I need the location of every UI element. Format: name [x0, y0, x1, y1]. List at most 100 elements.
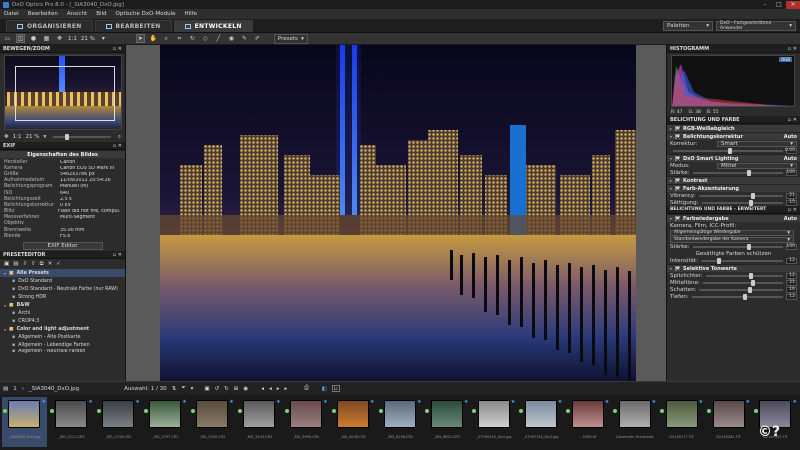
tree-item[interactable]: ▾ ■ Alle Presets — [0, 269, 125, 278]
rendering-dropdown[interactable]: Standardwiedergabe der Kamera ▾ — [670, 236, 794, 243]
navigator-thumbnail[interactable] — [4, 55, 122, 130]
smart-lighting-checkbox[interactable] — [675, 156, 681, 161]
blacks-slider[interactable] — [691, 293, 783, 300]
tab-organisieren[interactable]: ORGANISIEREN — [6, 19, 93, 32]
thumbnail[interactable]: ★ D2149177.TIF — [659, 397, 704, 447]
minimize-icon[interactable]: – — [758, 1, 772, 9]
tree-item[interactable]: ▪ Archi — [0, 309, 125, 317]
perspective-icon[interactable]: ◇ — [201, 34, 210, 43]
process-icon[interactable]: ◉ — [243, 386, 248, 392]
folder-path[interactable]: _SIA3040_DxO.jpg — [29, 386, 79, 392]
grid-view-icon[interactable]: ▦ — [42, 34, 51, 43]
thumbnail[interactable]: ★ D2149281.TIF — [706, 397, 751, 447]
tree-item[interactable]: ▪ DxO Standard — [0, 277, 125, 285]
color-accent-checkbox[interactable] — [675, 186, 681, 191]
color-rendering-checkbox[interactable] — [675, 216, 681, 221]
menu-bearbeiten[interactable]: Bearbeiten — [28, 11, 58, 17]
export-icon[interactable]: ⇧ — [31, 261, 36, 267]
selective-tones-checkbox[interactable] — [675, 266, 681, 271]
thumbnail[interactable]: ★ _MG_3443.CR2 — [237, 397, 282, 447]
tree-item[interactable]: ▾ ■ B&W — [0, 301, 125, 309]
import-icon[interactable]: ⇩ — [22, 261, 27, 267]
folder-icon[interactable]: ▤ — [13, 261, 18, 267]
single-view-icon[interactable]: ▭ — [3, 34, 12, 43]
sort-icon[interactable]: ⇅ — [172, 386, 177, 392]
tree-item[interactable]: ▪ DxO Standard - Neutrale Farbe (nur RAW) — [0, 285, 125, 293]
thumbnail[interactable]: ★ _MG_2211.CR2 — [49, 397, 94, 447]
mode-dropdown[interactable]: Mittel ▾ — [717, 162, 797, 169]
rotate-left-icon[interactable]: ↺ — [215, 386, 220, 392]
close-icon[interactable]: ▫ ✕ — [788, 207, 797, 213]
adv-strength-slider[interactable] — [692, 243, 783, 250]
rotate-right-icon[interactable]: ↻ — [224, 386, 229, 392]
auto-button[interactable]: Auto — [784, 156, 797, 162]
close-icon[interactable]: ▫ ✕ — [113, 252, 122, 258]
redeye-icon[interactable]: ◉ — [227, 34, 236, 43]
contrast-checkbox[interactable] — [675, 178, 681, 183]
thumbnail[interactable]: ★ _V7099130_DxO.jpg — [471, 397, 516, 447]
auto-button[interactable]: Auto — [784, 216, 797, 222]
thumbnail[interactable]: ★ _MG_3330.CR2 — [190, 397, 235, 447]
fit-icon[interactable]: ✥ — [55, 34, 64, 43]
tree-item[interactable]: ▪ CROP4:3 — [0, 317, 125, 325]
lr-icon[interactable]: Lr — [331, 385, 340, 392]
info-icon[interactable]: ● — [29, 34, 38, 43]
rotate-icon[interactable]: ↻ — [188, 34, 197, 43]
chevron-down-icon[interactable]: ▾ — [99, 34, 108, 43]
wb-checkbox[interactable] — [675, 126, 681, 131]
apply-icon[interactable]: ✓ — [56, 261, 61, 267]
strength-slider[interactable] — [692, 169, 783, 176]
menu-datei[interactable]: Datei — [4, 11, 19, 17]
zoom-slider[interactable] — [53, 134, 111, 140]
delete-icon[interactable]: ✕ — [48, 261, 53, 267]
thumbnail[interactable]: ★ _MG_5008.CR2 — [331, 397, 376, 447]
thumbnail[interactable]: ★ _MG_3990.CR2 — [284, 397, 329, 447]
correction-slider[interactable] — [673, 147, 783, 154]
display-icon[interactable]: ▣ — [204, 386, 209, 392]
scale-label[interactable]: 1:1 — [68, 36, 77, 42]
workspace-preset-dropdown[interactable]: DxO - Fortgeschrittene Anwender ▾ — [716, 20, 796, 31]
magnifier-icon[interactable]: ⌕ — [118, 134, 121, 141]
compare-icon[interactable]: ◧ — [322, 386, 327, 392]
fit-icon[interactable]: ✥ — [4, 134, 9, 140]
thumbnail[interactable]: ★ _V7097740_DxO.jpg — [518, 397, 563, 447]
thumbnail[interactable]: ★ _SIA3040_DxO.jpg — [2, 397, 47, 447]
exposure-subpanel[interactable]: ▾ Belichtungskorrektur Auto — [667, 132, 800, 140]
close-icon[interactable]: ✕ — [786, 0, 800, 9]
thumbnail[interactable]: ★ ...0358.tif — [565, 397, 610, 447]
new-preset-icon[interactable]: ▣ — [4, 261, 9, 267]
contrast-subpanel[interactable]: ▸ Kontrast — [667, 176, 800, 184]
close-icon[interactable]: ▫ ✕ — [788, 117, 797, 123]
tree-item[interactable]: ▪ Allgemein - Neutrale Farben — [0, 349, 125, 354]
tree-item[interactable]: ▪ Strong HDR — [0, 293, 125, 301]
smart-lighting-subpanel[interactable]: ▾ DxO Smart Lighting Auto — [667, 154, 800, 162]
profile-dropdown[interactable]: Allgemeingültige Wiedergabe ▾ — [670, 229, 794, 236]
tab-entwickeln[interactable]: ENTWICKELN — [173, 19, 253, 32]
next-icon[interactable]: ▸ — [285, 386, 288, 392]
horizon-icon[interactable]: ╱ — [214, 34, 223, 43]
add-icon[interactable]: ⊞ — [234, 386, 239, 392]
copy-icon[interactable]: ⧉ — [40, 261, 44, 268]
wb-subpanel[interactable]: ▸ RGB-Weißabgleich — [667, 124, 800, 132]
close-icon[interactable]: ▫ ✕ — [113, 143, 122, 149]
zoom-tool-icon[interactable]: ⌕ — [162, 34, 171, 43]
thumbnail[interactable]: ★ Constantin Fernandes — [612, 397, 657, 447]
chevron-right-icon[interactable]: › — [22, 386, 24, 392]
thumbnail[interactable]: ★ _MG_2797.CR2 — [143, 397, 188, 447]
highlights-slider[interactable] — [705, 272, 783, 279]
maximize-icon[interactable]: □ — [772, 1, 786, 9]
presets-dropdown[interactable]: Presets ▾ — [273, 33, 308, 44]
tree-item[interactable]: ▪ Allgemein - Lebendige Farben — [0, 341, 125, 349]
pointer-icon[interactable]: ➤ — [135, 34, 145, 43]
folder-icon[interactable]: ▤ — [3, 386, 8, 392]
auto-button[interactable]: Auto — [784, 134, 797, 140]
thumbnail[interactable]: ★ _MG_8952.CR2 — [424, 397, 469, 447]
saturation-slider[interactable] — [701, 199, 783, 206]
picker-icon[interactable]: ✐ — [253, 34, 262, 43]
close-icon[interactable]: ▫ ✕ — [113, 46, 122, 52]
menu-hilfe[interactable]: Hilfe — [185, 11, 198, 17]
menu-module[interactable]: Optische DxO-Module — [116, 11, 176, 17]
hand-icon[interactable]: ✋ — [149, 34, 158, 43]
exposure-checkbox[interactable] — [675, 134, 681, 139]
print-icon[interactable]: ⎙ — [304, 385, 308, 392]
